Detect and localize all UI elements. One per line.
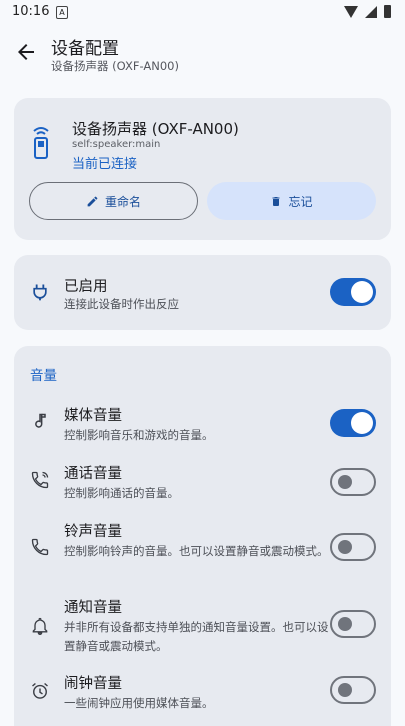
device-id: self:speaker:main <box>72 139 161 150</box>
status-bar: 10:16 A <box>0 0 405 26</box>
alarm-clock-icon <box>32 682 48 699</box>
ringtone-volume-switch[interactable] <box>330 533 376 561</box>
call-volume-switch[interactable] <box>330 468 376 496</box>
music-note-icon <box>35 413 46 428</box>
volume-section-title: 音量 <box>30 368 57 384</box>
alarm-volume-title: 闹钟音量 <box>64 676 122 692</box>
device-card: 设备扬声器 (OXF-AN00) self:speaker:main 当前已连接… <box>14 98 391 240</box>
switch-knob <box>351 281 373 303</box>
system-icons <box>344 5 391 18</box>
enabled-switch[interactable] <box>330 278 376 306</box>
notification-volume-switch[interactable] <box>330 610 376 638</box>
forget-button[interactable]: 忘记 <box>207 182 376 220</box>
notification-icon: A <box>56 6 68 19</box>
media-volume-desc: 控制影响音乐和游戏的音量。 <box>64 428 214 442</box>
connection-status: 当前已连接 <box>72 157 138 172</box>
call-volume-title: 通话音量 <box>64 466 122 482</box>
volume-card: 音量 媒体音量 控制影响音乐和游戏的音量。 通话音量 控制影响通话的音量。 铃声… <box>14 346 391 726</box>
switch-knob <box>338 617 352 631</box>
forget-label: 忘记 <box>288 194 313 209</box>
app-bar: 设备配置 设备扬声器 (OXF-AN00) <box>0 30 405 80</box>
enabled-desc: 连接此设备时作出反应 <box>64 297 179 311</box>
device-name: 设备扬声器 (OXF-AN00) <box>72 120 239 138</box>
enabled-card[interactable]: 已启用 连接此设备时作出反应 <box>14 255 391 330</box>
enabled-title: 已启用 <box>64 279 108 295</box>
call-volume-desc: 控制影响通话的音量。 <box>64 486 179 500</box>
alarm-volume-switch[interactable] <box>330 676 376 704</box>
phone-in-talk-icon <box>31 471 49 489</box>
pencil-icon <box>87 196 98 206</box>
plug-icon <box>33 284 47 301</box>
ringtone-volume-title: 铃声音量 <box>64 524 122 540</box>
switch-knob <box>351 412 373 434</box>
back-arrow-icon[interactable] <box>14 40 38 64</box>
status-time: 10:16 <box>12 4 50 19</box>
trash-icon <box>272 196 280 206</box>
alarm-volume-desc: 一些闹钟应用使用媒体音量。 <box>64 696 214 710</box>
signal-icon <box>365 5 377 18</box>
media-volume-switch[interactable] <box>330 409 376 437</box>
rename-button[interactable]: 重命名 <box>29 182 198 220</box>
media-volume-title: 媒体音量 <box>64 408 122 424</box>
wifi-icon <box>344 5 358 18</box>
speaker-device-icon <box>33 127 49 159</box>
ringtone-volume-desc: 控制影响铃声的音量。也可以设置静音或震动模式。 <box>64 544 329 558</box>
switch-knob <box>338 540 352 554</box>
bell-icon <box>32 617 48 636</box>
battery-icon <box>384 5 391 18</box>
page-subtitle: 设备扬声器 (OXF-AN00) <box>51 59 179 73</box>
notification-volume-desc: 并非所有设备都支持单独的通知音量设置。也可以设置静音或震动模式。 <box>64 620 329 653</box>
rename-label: 重命名 <box>104 194 141 209</box>
phone-icon <box>31 538 49 556</box>
notification-volume-title: 通知音量 <box>64 600 122 616</box>
page-title: 设备配置 <box>51 39 119 59</box>
switch-knob <box>338 683 352 697</box>
switch-knob <box>338 475 352 489</box>
